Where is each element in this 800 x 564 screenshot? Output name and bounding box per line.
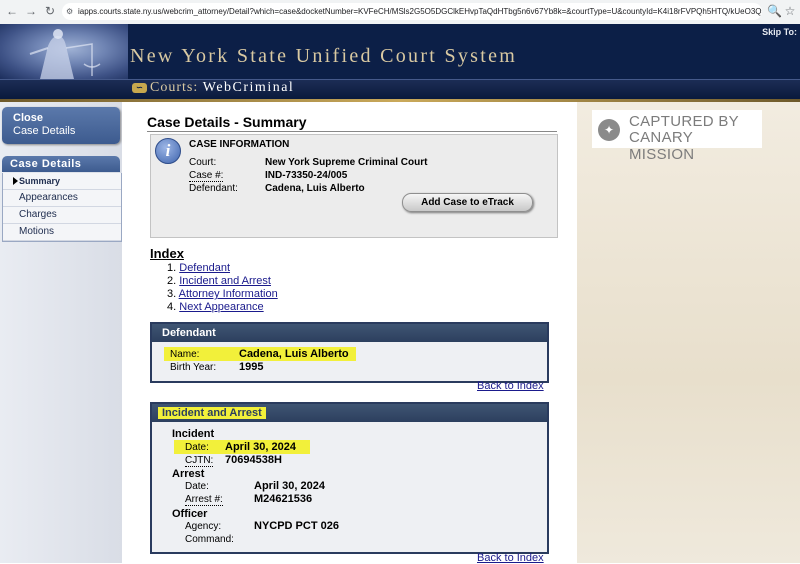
close-sublabel: Case Details [13,125,76,137]
case-information-panel: i CASE INFORMATION Court: New York Supre… [150,134,558,238]
agency-value: NYCPD PCT 026 [254,520,339,532]
site-header: New York State Unified Court System Skip… [0,24,800,102]
case-details-menu: Summary Appearances Charges Motions [2,173,122,242]
header-subbar [0,79,800,99]
command-label: Command: [185,534,234,545]
url-host: iapps.courts.state.ny.us [78,7,162,16]
index-number: 3. [167,288,177,300]
close-case-details-button[interactable]: Close Case Details [2,107,120,144]
browser-toolbar: ← → ↻ ⚙ iapps.courts.state.ny.us/webcrim_… [0,0,800,25]
app-name: WebCriminal [202,80,295,95]
sidebar-item-appearances[interactable]: Appearances [3,190,121,207]
main-content: Case Details - Summary i CASE INFORMATIO… [122,102,577,564]
address-bar[interactable]: ⚙ iapps.courts.state.ny.us/webcrim_attorn… [62,3,762,20]
index-number: 4. [167,301,177,313]
sidebar-item-label: Motions [19,226,55,237]
sidebar-item-label: Summary [19,176,61,186]
cjtn-label: CJTN: [185,455,214,467]
agency-label: Agency: [185,521,222,532]
incident-section-title-bar: Incident and Arrest [152,404,547,422]
index-link-next-appearance[interactable]: Next Appearance [179,301,263,313]
index-list: 1. Defendant 2. Incident and Arrest 3. A… [167,262,278,314]
courts-logo-icon: ∽ [132,83,147,93]
index-link-defendant[interactable]: Defendant [179,262,230,274]
birth-year-value: 1995 [239,361,264,373]
arrest-heading: Arrest [172,468,205,480]
defendant-section-title: Defendant [152,324,547,342]
index-number: 1. [167,262,177,274]
watermark-line2: CANARY MISSION [629,129,695,163]
case-details-menu-header: Case Details [2,156,120,172]
case-information-heading: CASE INFORMATION [189,139,290,150]
courts-label: Courts: [150,80,199,95]
sidebar-item-summary[interactable]: Summary [3,173,121,190]
page-title: Case Details - Summary [147,114,307,130]
zoom-icon[interactable]: 🔍 [767,4,782,18]
arrest-number-label: Arrest #: [185,494,223,506]
name-label: Name: [170,349,200,360]
right-column: ✦ CAPTURED BY CANARY MISSION [577,102,800,563]
case-number-value: IND-73350-24/005 [265,170,348,181]
site-title: New York State Unified Court System [130,45,518,67]
court-label: Court: [189,157,217,168]
arrest-date-label: Date: [185,481,209,492]
incident-date-label: Date: [185,442,209,453]
info-icon: i [155,138,181,164]
canary-mission-watermark: ✦ CAPTURED BY CANARY MISSION [592,110,762,163]
index-heading: Index [150,246,184,261]
sidebar-item-motions[interactable]: Motions [3,224,121,241]
case-number-label: Case #: [189,170,224,182]
watermark-line1: CAPTURED BY [629,113,739,130]
arrest-date-value: April 30, 2024 [254,480,325,492]
cjtn-value: 70694538H [225,454,282,466]
close-label: Close [13,112,43,124]
sidebar-item-charges[interactable]: Charges [3,207,121,224]
incident-date-value: April 30, 2024 [225,441,296,453]
back-to-index-link[interactable]: Back to Index [477,552,544,564]
arrest-number-value: M24621536 [254,493,313,505]
index-item: 2. Incident and Arrest [167,275,278,288]
name-value: Cadena, Luis Alberto [239,348,349,360]
incident-arrest-section: Incident and Arrest Incident Date: April… [150,402,549,554]
forward-arrow-icon[interactable]: → [24,4,38,18]
skip-to-link[interactable]: Skip To: [762,27,797,37]
index-number: 2. [167,275,177,287]
index-link-incident-arrest[interactable]: Incident and Arrest [179,275,271,287]
index-item: 4. Next Appearance [167,301,278,314]
title-divider [147,131,557,132]
index-item: 1. Defendant [167,262,278,275]
case-details-menu-title: Case Details [10,158,82,170]
defendant-value: Cadena, Luis Alberto [265,183,365,194]
incident-heading: Incident [172,428,215,440]
add-to-etrack-button[interactable]: Add Case to eTrack [402,193,533,212]
defendant-section: Defendant Name: Cadena, Luis Alberto Bir… [150,322,549,383]
sidebar: Close Case Details Case Details Summary … [0,102,122,563]
birth-year-label: Birth Year: [170,362,217,373]
back-arrow-icon[interactable]: ← [5,4,19,18]
site-info-icon[interactable]: ⚙ [66,3,78,20]
index-link-attorney-information[interactable]: Attorney Information [179,288,278,300]
url-path: /webcrim_attorney/Detail?which=case&dock… [161,7,762,16]
back-to-index-link[interactable]: Back to Index [477,380,544,392]
sidebar-item-label: Appearances [19,192,78,203]
canary-bird-icon: ✦ [598,119,620,141]
index-item: 3. Attorney Information [167,288,278,301]
incident-section-title: Incident and Arrest [158,407,266,419]
court-value: New York Supreme Criminal Court [265,157,428,168]
lady-justice-image [0,24,128,79]
bookmark-star-icon[interactable]: ☆ [783,4,797,18]
courts-app-label: Courts: WebCriminal [150,80,294,96]
officer-heading: Officer [172,508,208,520]
sidebar-item-label: Charges [19,209,57,220]
current-arrow-icon [13,177,18,185]
reload-icon[interactable]: ↻ [43,4,57,18]
defendant-label: Defendant: [189,183,238,194]
